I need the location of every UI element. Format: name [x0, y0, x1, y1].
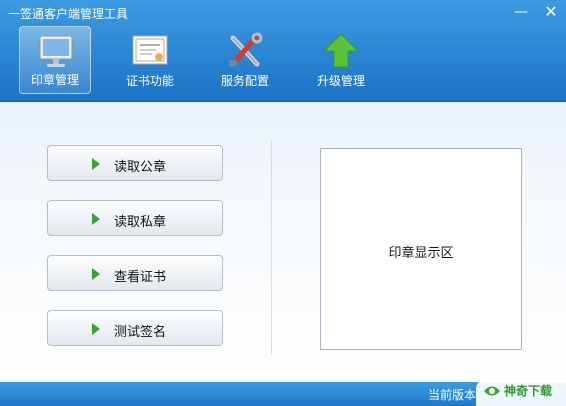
close-button[interactable]: ✕	[540, 3, 562, 21]
button-label: 测试签名	[114, 325, 167, 340]
view-certificate-button[interactable]: 查看证书	[47, 255, 223, 291]
minimize-button[interactable]: —	[510, 3, 532, 21]
preview-label: 印章显示区	[388, 246, 454, 261]
seal-preview-area: 印章显示区	[320, 148, 522, 350]
tool-label: 证书功能	[125, 74, 174, 88]
app-window: 一签通客户端管理工具 — ✕ 印章管理 证书功能 服务配置 升级管理 读取公章 …	[0, 0, 566, 406]
version-label: 当前版本	[428, 388, 477, 402]
monitor-icon	[39, 35, 73, 67]
tool-label: 印章管理	[30, 73, 79, 87]
button-label: 读取私章	[114, 215, 167, 230]
tool-label: 升级管理	[316, 74, 365, 88]
title-bar: 一签通客户端管理工具 — ✕ 印章管理 证书功能 服务配置 升级管理	[0, 0, 566, 102]
tool-certificate[interactable]: 证书功能	[114, 26, 186, 94]
watermark: 神奇下载	[476, 376, 566, 406]
upgrade-arrow-icon	[322, 33, 360, 68]
panel-divider	[271, 140, 272, 355]
read-private-seal-button[interactable]: 读取私章	[47, 200, 223, 236]
tool-service-config[interactable]: 服务配置	[209, 26, 281, 94]
test-signature-button[interactable]: 测试签名	[47, 310, 223, 346]
tool-label: 服务配置	[220, 74, 269, 88]
button-label: 读取公章	[114, 160, 167, 175]
tool-upgrade[interactable]: 升级管理	[305, 26, 377, 94]
watermark-text: 神奇下载	[504, 384, 553, 398]
play-arrow-icon	[92, 158, 100, 170]
read-public-seal-button[interactable]: 读取公章	[47, 145, 223, 181]
window-title: 一签通客户端管理工具	[8, 7, 129, 21]
tools-icon	[229, 32, 263, 67]
play-arrow-icon	[92, 323, 100, 335]
play-arrow-icon	[92, 268, 100, 280]
tool-seal-management[interactable]: 印章管理	[19, 26, 91, 94]
watermark-logo-icon	[484, 386, 500, 396]
certificate-icon	[132, 35, 168, 65]
button-label: 查看证书	[114, 270, 167, 285]
play-arrow-icon	[92, 213, 100, 225]
